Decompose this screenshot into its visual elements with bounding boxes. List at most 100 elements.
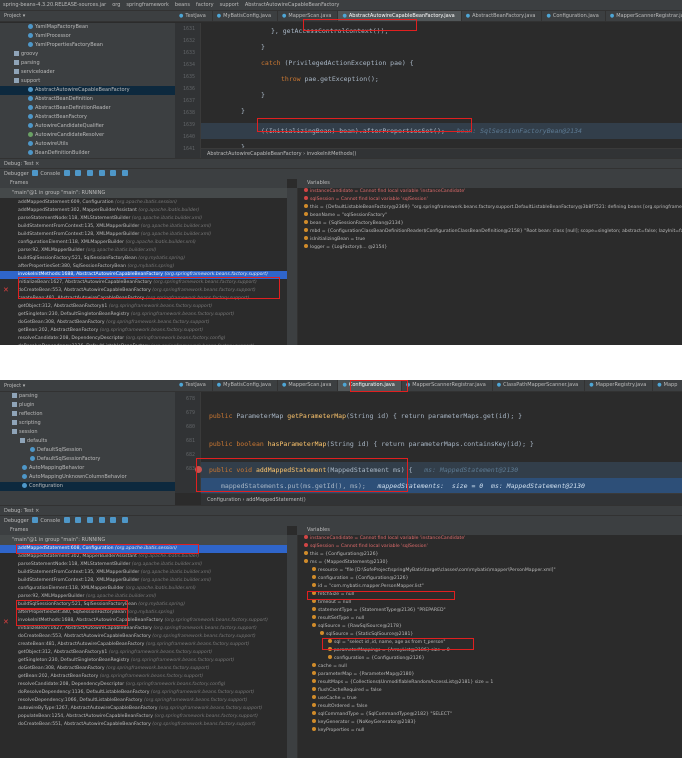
nav-crumb[interactable]: org (109, 0, 123, 10)
step-out-icon[interactable] (110, 170, 117, 176)
stack-frame-row[interactable]: buildSqlSessionFactory:521, SqlSessionFa… (0, 255, 287, 263)
nav-crumb[interactable]: springframework (123, 0, 172, 10)
stack-frame-row[interactable]: doCreateBean:551, AbstractAutowireCapabl… (0, 721, 287, 729)
project-tree-item[interactable]: YamlPropertiesFactoryBean (0, 41, 175, 50)
project-tree-item[interactable]: AbstractBeanFactory (0, 113, 175, 122)
variable-row[interactable]: cache = null (298, 663, 682, 671)
stack-frame-row[interactable]: buildStatementFromContext:128, XMLMapper… (0, 231, 287, 239)
editor-tab[interactable]: ● AbstractBeanFactory.java (462, 11, 543, 21)
code-editor[interactable]: public ParameterMap getParameterMap(Stri… (201, 392, 682, 493)
project-tree-item[interactable]: AutowireCandidateQualifier (0, 122, 175, 131)
project-tree-item[interactable]: reflection (0, 410, 175, 419)
stack-frame-row[interactable]: getBean:202, AbstractBeanFactory (org.sp… (0, 327, 287, 335)
step-into-icon[interactable] (86, 170, 93, 176)
editor-tab[interactable]: ●MapperScannerRegistrar.java (402, 380, 493, 391)
editor-tab[interactable]: ● Mapp (653, 380, 682, 391)
nav-crumb[interactable]: factory (193, 0, 217, 10)
project-tree-item[interactable]: Configuration (0, 482, 175, 491)
project-tool-header[interactable]: Project ▾ (0, 11, 175, 22)
stack-frame-row[interactable]: doCreateBean:553, AbstractAutowireCapabl… (0, 633, 287, 641)
project-tree-item[interactable]: serviceloader (0, 68, 175, 77)
variable-row[interactable]: bean = {SqlSessionFactoryBean@2134} (298, 220, 682, 228)
variable-row[interactable]: keyProperties = null (298, 727, 682, 735)
stack-frame-row[interactable]: addMappedStatement:302, MapperBuilderAss… (0, 207, 287, 215)
editor-tab[interactable]: ● MyBatisConfig.java (213, 11, 279, 21)
variable-row[interactable]: statementType = {StatementType@2136} "PR… (298, 607, 682, 615)
evaluate-expression-icon[interactable] (121, 517, 128, 523)
project-tree-item[interactable]: groovy (0, 50, 175, 59)
project-tree-item[interactable]: support (0, 77, 175, 86)
console-tab[interactable]: Console (40, 518, 60, 524)
project-tree-item[interactable]: YamlMapFactoryBean (0, 23, 175, 32)
variable-row[interactable]: sqlSource = {RawSqlSource@2178} (298, 623, 682, 631)
show-execution-point-icon[interactable] (63, 517, 70, 523)
editor-tab[interactable]: ● Configuration.java (542, 11, 606, 21)
stack-frame-row[interactable]: afterPropertiesSet:380, SqlSessionFactor… (0, 263, 287, 271)
variable-row[interactable]: configuration = {Configuration@2126} (298, 655, 682, 663)
variable-row[interactable]: beanName = "sqlSessionFactory" (298, 212, 682, 220)
code-editor[interactable]: }, getAccessControlContext()); } catch (… (201, 23, 682, 148)
variable-row[interactable]: instanceCandidate = Cannot find local va… (298, 535, 682, 543)
variable-row[interactable]: keyGenerator = {NoKeyGenerator@2183} (298, 719, 682, 727)
close-icon[interactable]: ✕ (3, 286, 9, 294)
nav-crumb[interactable]: beans (172, 0, 193, 10)
stack-frame-row[interactable]: buildStatementFromContext:135, XMLMapper… (0, 223, 287, 231)
step-out-icon[interactable] (110, 517, 117, 523)
stack-frame-row[interactable]: resolveCandidate:208, DependencyDescript… (0, 335, 287, 343)
nav-crumb[interactable]: support (217, 0, 242, 10)
variable-row[interactable]: this = {DefaultListableBeanFactory@2369}… (298, 204, 682, 212)
thread-selector[interactable]: "main"@1 in group "main": RUNNING (0, 535, 287, 545)
stack-frame-row[interactable]: getSingleton:230, DefaultSingletonBeanRe… (0, 311, 287, 319)
variable-row[interactable]: mbd = {ConfigurationClassBeanDefinitionR… (298, 228, 682, 236)
stack-frame-row[interactable]: buildStatementFromContext:128, XMLMapper… (0, 577, 287, 585)
variable-row[interactable]: resultOrdered = false (298, 703, 682, 711)
stack-frame-row[interactable]: doGetBean:308, AbstractBeanFactory (org.… (0, 319, 287, 327)
project-tree-item[interactable]: DefaultSqlSessionFactory (0, 455, 175, 464)
stack-frame-row[interactable]: configurationElement:118, XMLMapperBuild… (0, 585, 287, 593)
project-tree-item[interactable]: defaults (0, 437, 175, 446)
variable-row[interactable]: ms = {MappedStatement@2130} (298, 559, 682, 567)
stack-frame-row[interactable]: getBean:202, AbstractBeanFactory (org.sp… (0, 673, 287, 681)
variable-row[interactable]: resultMaps = {Collections$UnmodifiableRa… (298, 679, 682, 687)
variable-row[interactable]: logger = {LogFactory$... @2154} (298, 244, 682, 252)
editor-tab[interactable]: ● MapperRegistry.java (585, 380, 654, 391)
force-step-into-icon[interactable] (98, 170, 105, 176)
variable-row[interactable]: this = {Configuration@2126} (298, 551, 682, 559)
debug-session-tab[interactable]: Test (24, 161, 34, 167)
variable-row[interactable]: id = "com.mybatis.mapper.PersonMapper.li… (298, 583, 682, 591)
stack-frame-row[interactable]: doGetBean:308, AbstractBeanFactory (org.… (0, 665, 287, 673)
stack-frame-row[interactable]: parseStatementNode:118, XMLStatementBuil… (0, 215, 287, 223)
editor-breadcrumb[interactable]: Configuration › addMappedStatement() (201, 493, 682, 505)
stack-frame-row[interactable]: getSingleton:230, DefaultSingletonBeanRe… (0, 657, 287, 665)
stack-frame-row[interactable]: autowireByType:1267, AbstractAutowireCap… (0, 705, 287, 713)
variable-row[interactable]: resultSetType = null (298, 615, 682, 623)
project-tree-item[interactable]: plugin (0, 401, 175, 410)
debugger-tab[interactable]: Debugger (4, 171, 29, 177)
stack-frame-row[interactable]: afterPropertiesSet:380, SqlSessionFactor… (0, 609, 287, 617)
project-tree-item[interactable]: DefaultSqlSession (0, 446, 175, 455)
editor-breadcrumb[interactable]: AbstractAutowireCapableBeanFactory › inv… (201, 148, 682, 158)
debug-session-tab[interactable]: Test (24, 508, 34, 514)
project-tree-item[interactable]: BeanDefinitionBuilder (0, 149, 175, 158)
variable-row[interactable]: isInitializingBean = true (298, 236, 682, 244)
debugger-tab[interactable]: Debugger (4, 518, 29, 524)
step-over-icon[interactable] (75, 170, 82, 176)
variable-row[interactable]: fetchSize = null (298, 591, 682, 599)
project-tool-header[interactable]: Project ▾ (0, 380, 175, 392)
variable-row[interactable]: sqlCommandType = {SqlCommandType@2182} "… (298, 711, 682, 719)
nav-crumb[interactable]: AbstractAutowireCapableBeanFactory (242, 0, 343, 10)
thread-selector[interactable]: "main"@1 in group "main": RUNNING (0, 188, 287, 198)
editor-tab[interactable]: ● TestJava (175, 11, 213, 21)
stack-frame-row[interactable]: initializeBean:1627, AbstractAutowireCap… (0, 625, 287, 633)
stack-frame-row[interactable]: addMappedStatement:608, Configuration (o… (0, 545, 287, 553)
stack-frame-row[interactable]: configurationElement:118, XMLMapperBuild… (0, 239, 287, 247)
variable-row[interactable]: parameterMappings = {ArrayList@2186} siz… (298, 647, 682, 655)
project-tree-item[interactable]: session (0, 428, 175, 437)
variable-row[interactable]: sqlSession = Cannot find local variable … (298, 543, 682, 551)
breakpoint-icon[interactable] (195, 466, 202, 473)
project-tree-item[interactable]: AutowireCandidateResolver (0, 131, 175, 140)
stack-frame-row[interactable]: buildStatementFromContext:135, XMLMapper… (0, 569, 287, 577)
project-tree-item[interactable]: YamlProcessor (0, 32, 175, 41)
stack-frame-row[interactable]: initializeBean:1627, AbstractAutowireCap… (0, 279, 287, 287)
stack-frame-row[interactable]: parseStatementNode:118, XMLStatementBuil… (0, 561, 287, 569)
